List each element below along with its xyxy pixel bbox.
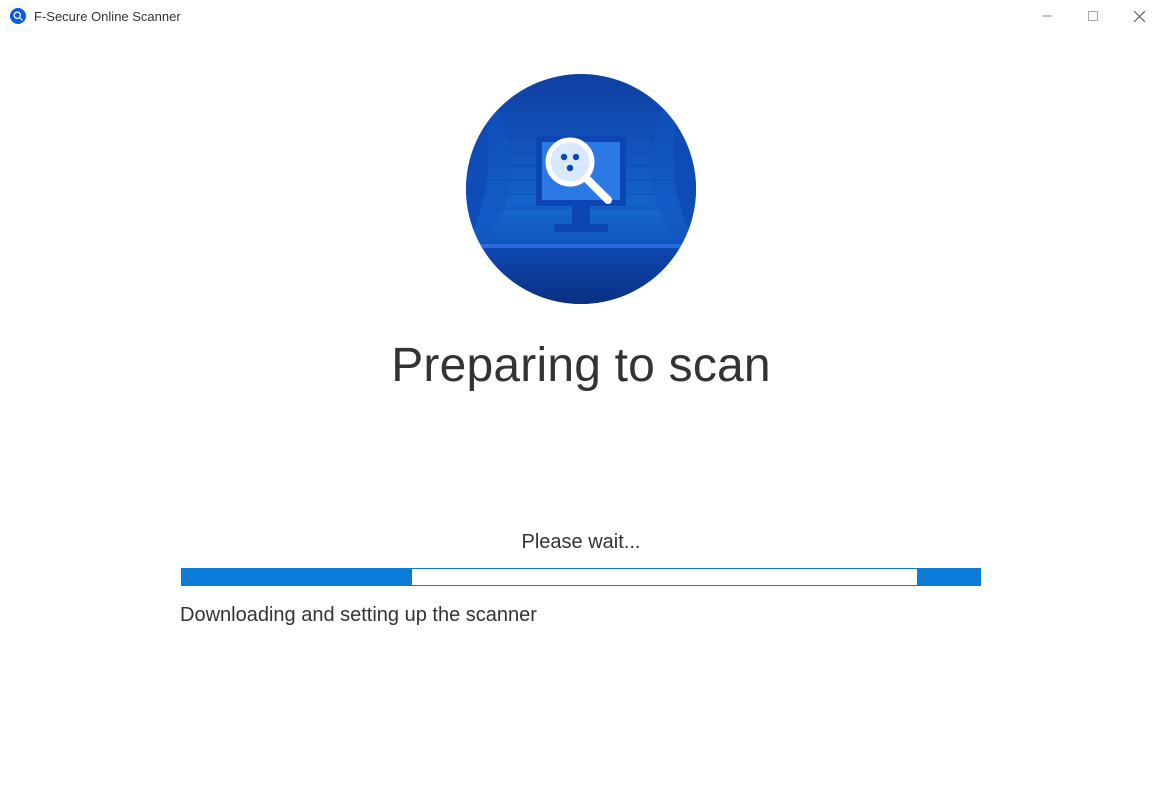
titlebar: F-Secure Online Scanner: [0, 0, 1162, 32]
close-button[interactable]: [1116, 0, 1162, 32]
minimize-button[interactable]: [1024, 0, 1070, 32]
progress-track: [182, 569, 980, 585]
main-content: Preparing to scan Please wait... Downloa…: [0, 32, 1162, 800]
window-controls: [1024, 0, 1162, 32]
window-title: F-Secure Online Scanner: [34, 9, 181, 24]
progress-segment-right: [917, 569, 981, 585]
status-text: Downloading and setting up the scanner: [180, 604, 537, 627]
progress-segment-left: [181, 569, 412, 585]
app-logo-icon: [10, 8, 26, 24]
maximize-button[interactable]: [1070, 0, 1116, 32]
scan-illustration-icon: [466, 74, 696, 304]
wait-text: Please wait...: [522, 531, 641, 554]
page-heading: Preparing to scan: [391, 338, 771, 393]
titlebar-left: F-Secure Online Scanner: [10, 8, 181, 24]
progress-bar: [181, 568, 981, 586]
